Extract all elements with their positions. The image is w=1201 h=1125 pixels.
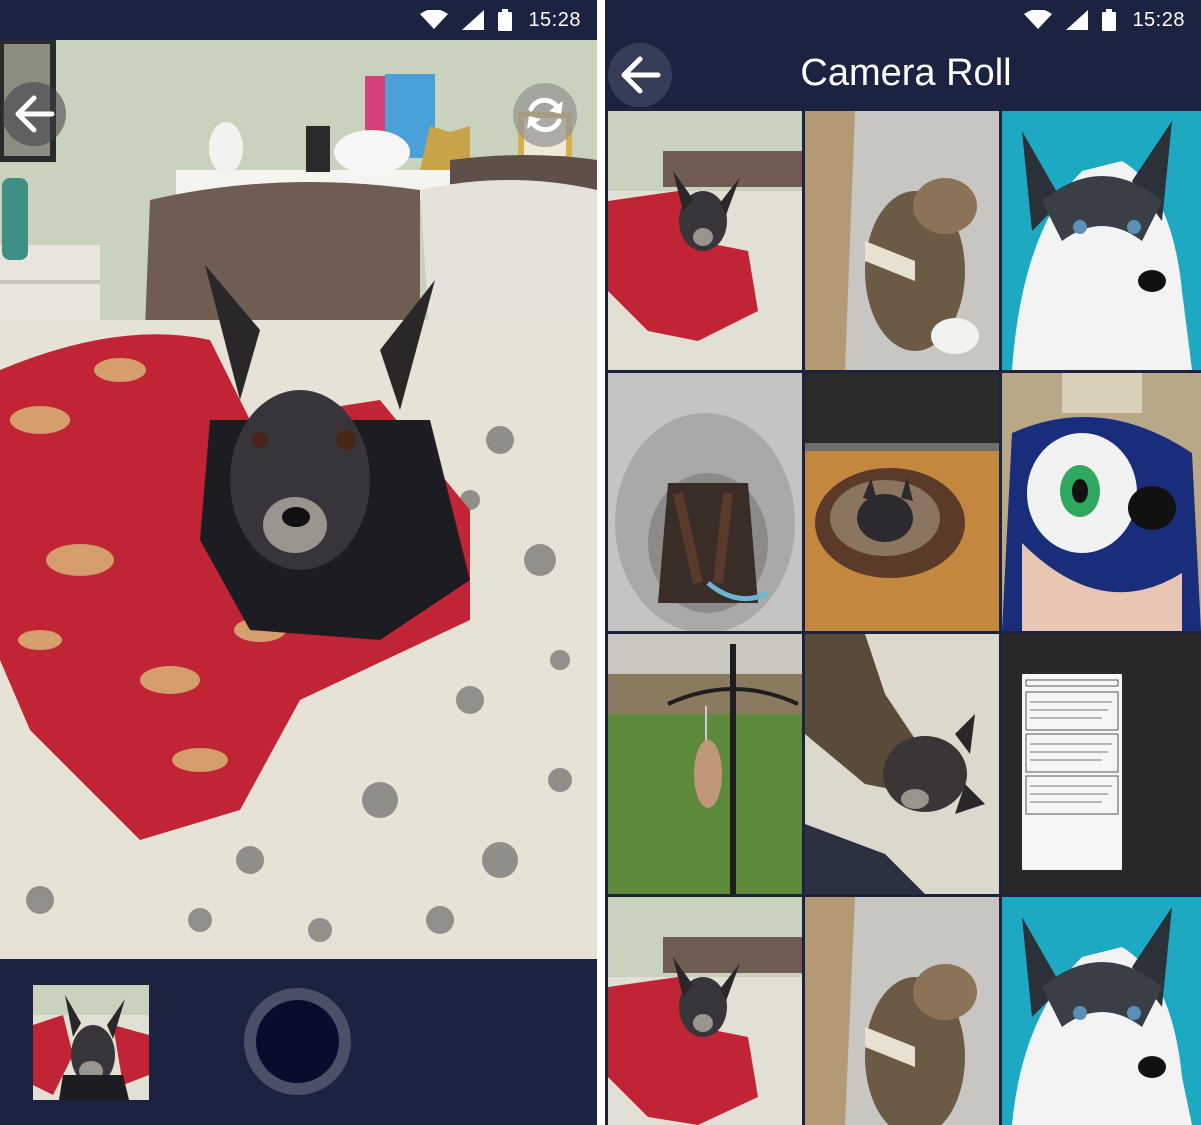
shutter-button[interactable] <box>244 988 351 1095</box>
photo-image <box>805 897 999 1125</box>
photo-image <box>1002 373 1201 631</box>
camera-roll-header: Camera Roll <box>605 40 1201 110</box>
viewfinder-scene-image <box>0 40 597 959</box>
photo-thumbnail-plush-toy[interactable] <box>1002 373 1201 631</box>
photo-thumbnail-dog-floor[interactable] <box>805 111 999 370</box>
photo-image <box>608 634 802 894</box>
photo-image <box>805 111 999 370</box>
photo-thumbnail-dog-bed[interactable] <box>805 373 999 631</box>
shutter-button-core <box>256 1000 339 1083</box>
camera-screen: 15:28 <box>0 0 597 1125</box>
status-bar: 15:28 <box>0 0 597 40</box>
photo-thumbnail-lobster-pot[interactable] <box>608 373 802 631</box>
battery-icon <box>498 9 513 31</box>
page-title: Camera Roll <box>800 52 1012 94</box>
photo-image <box>608 897 802 1125</box>
photo-grid <box>605 110 1201 1125</box>
photo-image <box>805 634 999 894</box>
photo-image <box>805 373 999 631</box>
photo-image <box>1002 897 1201 1125</box>
camera-switch-icon <box>527 97 563 133</box>
wifi-icon <box>420 10 449 29</box>
wifi-icon <box>1024 10 1053 29</box>
last-photo-thumbnail[interactable] <box>33 985 149 1100</box>
cell-signal-icon <box>1066 10 1089 30</box>
camera-viewfinder[interactable] <box>0 40 597 959</box>
photo-thumbnail-feeder-squirrel[interactable] <box>608 634 802 894</box>
camera-controls <box>0 959 597 1125</box>
photo-thumbnail-husky-2[interactable] <box>1002 897 1201 1125</box>
last-photo-image <box>33 985 149 1100</box>
photo-image <box>608 373 802 631</box>
camera-roll-screen: 15:28 Camera Roll <box>605 0 1201 1125</box>
status-time: 15:28 <box>528 8 581 31</box>
status-time: 15:28 <box>1132 8 1185 31</box>
battery-icon <box>1102 9 1117 31</box>
photo-thumbnail-dog-blanket[interactable] <box>608 111 802 370</box>
cell-signal-icon <box>462 10 485 30</box>
arrow-left-icon <box>15 95 55 133</box>
photo-image <box>1002 111 1201 370</box>
photo-image <box>1002 634 1201 894</box>
photo-thumbnail-dog-rotated[interactable] <box>805 634 999 894</box>
photo-thumbnail-dog-floor-2[interactable] <box>805 897 999 1125</box>
photo-thumbnail-paper-sketch[interactable] <box>1002 634 1201 894</box>
photo-thumbnail-husky[interactable] <box>1002 111 1201 370</box>
back-button[interactable] <box>2 82 66 146</box>
photo-image <box>608 111 802 370</box>
photo-thumbnail-dog-blanket-2[interactable] <box>608 897 802 1125</box>
switch-camera-button[interactable] <box>513 83 577 147</box>
status-bar: 15:28 <box>605 0 1201 40</box>
